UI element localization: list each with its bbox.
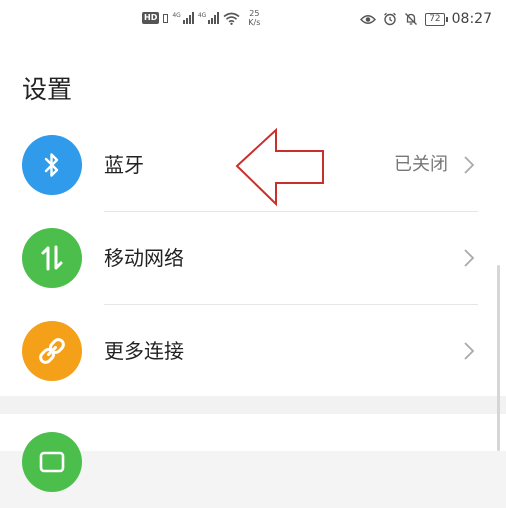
settings-item-wallpaper[interactable] bbox=[0, 416, 506, 508]
mute-icon bbox=[405, 13, 418, 25]
chevron-right-icon bbox=[464, 249, 475, 267]
settings-item-label: 移动网络 bbox=[104, 246, 184, 270]
network-speed: 25 K/s bbox=[248, 9, 260, 27]
sim2-network-label: 4G bbox=[197, 12, 207, 19]
bluetooth-icon bbox=[22, 135, 82, 195]
network-speed-value: 25 bbox=[249, 9, 260, 18]
settings-item-label: 更多连接 bbox=[104, 339, 184, 363]
wallpaper-icon bbox=[22, 432, 82, 492]
battery-icon: 72 bbox=[425, 12, 449, 26]
bluetooth-status: 已关闭 bbox=[394, 154, 448, 175]
scrollbar[interactable] bbox=[497, 265, 500, 451]
group-separator bbox=[0, 396, 506, 414]
signal-icon: 4G bbox=[172, 12, 194, 24]
link-icon bbox=[22, 321, 82, 381]
sim1-network-label: 4G bbox=[172, 12, 181, 19]
network-speed-unit: K/s bbox=[248, 18, 261, 27]
sim-icon bbox=[163, 13, 169, 23]
page-title: 设置 bbox=[22, 75, 73, 104]
hd-icon: HD bbox=[142, 12, 160, 24]
status-left: HD 4G 4G 25 K/s bbox=[142, 9, 260, 27]
annotation-arrow-icon bbox=[235, 128, 324, 207]
eye-icon bbox=[360, 14, 377, 24]
settings-item-more-connections[interactable]: 更多连接 bbox=[0, 305, 506, 397]
signal-icon-2: 4G bbox=[197, 12, 220, 24]
clock: 08:27 bbox=[451, 11, 492, 27]
settings-item-mobile-network[interactable]: 移动网络 bbox=[0, 212, 506, 304]
chevron-right-icon bbox=[464, 156, 475, 174]
status-right: 72 08:27 bbox=[360, 11, 492, 27]
mobile-data-icon bbox=[22, 228, 82, 288]
status-bar: HD 4G 4G 25 K/s 72 08:27 bbox=[0, 0, 506, 40]
wifi-icon bbox=[223, 12, 240, 25]
settings-item-label: 蓝牙 bbox=[104, 153, 144, 177]
chevron-right-icon bbox=[464, 342, 475, 360]
alarm-icon bbox=[384, 12, 397, 26]
settings-page: 设置 蓝牙 已关闭 移动网络 更多连接 bbox=[0, 40, 506, 492]
